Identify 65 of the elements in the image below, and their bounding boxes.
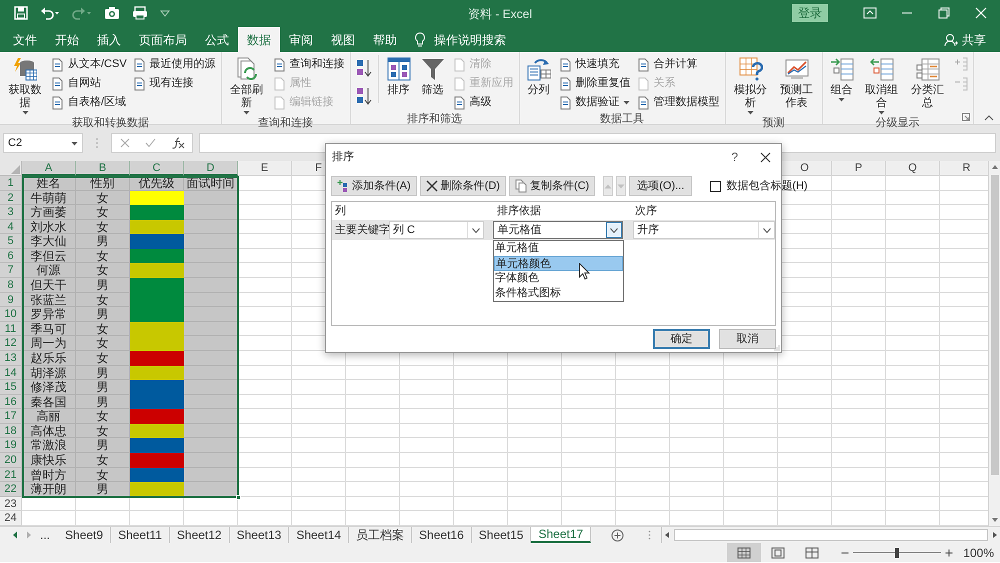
table-cell: 方画萎 xyxy=(22,205,76,220)
ribbon-button-label: 模拟分析 xyxy=(733,84,768,110)
table-cell: 何源 xyxy=(22,263,76,278)
table-cell: 女 xyxy=(76,205,130,220)
ribbon-group-label: 排序和筛选 xyxy=(407,112,462,127)
table-cell: 男 xyxy=(76,307,130,322)
table-cell: 女 xyxy=(76,248,130,264)
table-cell: 女 xyxy=(76,468,130,482)
column-heading: 列 xyxy=(335,204,346,217)
table-cell: 胡泽源 xyxy=(22,366,76,380)
table-cell: 罗异常 xyxy=(22,307,76,322)
ribbon-group-label: 分级显示 xyxy=(876,116,920,131)
table-cell: 康快乐 xyxy=(22,452,76,468)
ribbon-group-label: 获取和转换数据 xyxy=(72,116,149,131)
table-cell: 女 xyxy=(76,292,130,308)
level-label: 主要关键字 xyxy=(334,222,388,238)
table-cell: 周一为 xyxy=(22,336,76,351)
table-cell: 季马可 xyxy=(22,322,76,336)
table-cell: 女 xyxy=(76,409,130,424)
table-cell: 刘水水 xyxy=(22,220,76,234)
table-cell: 女 xyxy=(76,350,130,366)
table-cell: 女 xyxy=(76,452,130,468)
zoom-level: 100% xyxy=(963,544,994,562)
table-cell: 但天干 xyxy=(22,278,76,293)
column-heading: 排序依据 xyxy=(497,204,541,217)
ribbon-button-label: 筛选 xyxy=(422,84,444,97)
ribbon-group-label: 预测 xyxy=(762,116,785,131)
table-cell: 女 xyxy=(76,322,130,336)
ribbon-button-label: 全部刷新 xyxy=(229,84,264,110)
table-cell: 高体忠 xyxy=(22,424,76,438)
table-cell: 男 xyxy=(76,380,130,395)
column-heading: 次序 xyxy=(635,204,657,217)
table-cell: 李大仙 xyxy=(22,234,76,249)
table-cell: 男 xyxy=(76,394,130,410)
ribbon-group-label: 查询和连接 xyxy=(258,116,314,131)
ribbon-button-label: 分列 xyxy=(528,84,550,97)
table-cell: 男 xyxy=(76,278,130,293)
table-cell: 常激浪 xyxy=(22,438,76,453)
table-cell: 牛萌萌 xyxy=(22,190,76,206)
window-title: 资料 - Excel xyxy=(468,7,532,21)
table-cell: 男 xyxy=(76,234,130,249)
table-cell: 女 xyxy=(76,424,130,438)
table-cell: 女 xyxy=(76,263,130,278)
ribbon-button-label: 获取数据 xyxy=(8,84,42,110)
table-cell: 曾时方 xyxy=(22,468,76,482)
ribbon-button-label: 取消组合 xyxy=(864,84,900,110)
table-cell: 赵乐乐 xyxy=(22,350,76,366)
table-cell: 李但云 xyxy=(22,248,76,264)
table-cell: 女 xyxy=(76,336,130,351)
table-cell: 男 xyxy=(76,482,130,497)
ribbon-button-label: 分类汇总 xyxy=(910,84,946,110)
table-cell: 张蓝兰 xyxy=(22,292,76,308)
ribbon-group-label: 数据工具 xyxy=(600,112,644,127)
table-cell: 高丽 xyxy=(22,409,76,424)
table-cell: 修泽茂 xyxy=(22,380,76,395)
table-cell: 男 xyxy=(76,438,130,453)
ribbon-button-label: 预测工作表 xyxy=(779,84,814,110)
table-cell: 女 xyxy=(76,190,130,206)
table-cell: 男 xyxy=(76,366,130,380)
checkbox-label: 数据包含标题(H) xyxy=(726,178,808,194)
table-cell: 女 xyxy=(76,220,130,234)
table-cell: 秦各国 xyxy=(22,394,76,410)
table-cell: 薄开朗 xyxy=(22,482,76,497)
ribbon-button-label: 组合 xyxy=(830,84,853,97)
ribbon-button-label: 排序 xyxy=(388,84,410,97)
